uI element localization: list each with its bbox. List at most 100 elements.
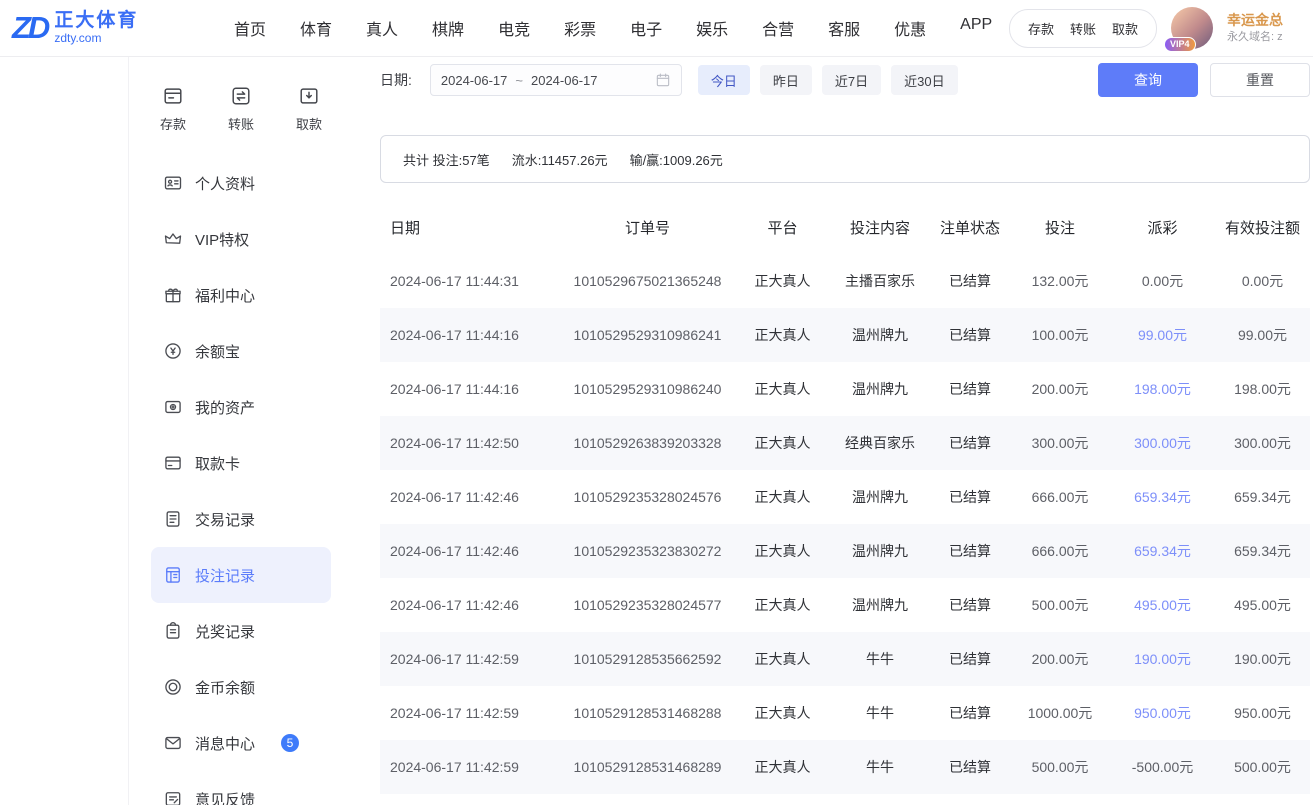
quick-action-withdraw[interactable]: 取款 [287,85,331,133]
reset-button[interactable]: 重置 [1210,63,1310,97]
cell-valid-bet: 659.34元 [1215,541,1310,561]
sidebar-quick-actions: 存款 转账 取款 [151,85,331,133]
sidebar-item-assets[interactable]: 我的资产 [151,379,331,435]
sidebar-item-label: 金币余额 [195,677,255,698]
quick-action-label: 存款 [160,114,186,133]
quick-range-group: 今日昨日近7日近30日 [698,65,958,95]
cell-status: 已结算 [930,757,1010,777]
page-body: 存款 转账 取款 个人资料VIP特权福利中心余额宝我的资产取款卡交易记录投注记录兑奖… [0,57,1313,805]
range-button-last-7-days[interactable]: 近7日 [822,65,881,95]
quick-action-deposit[interactable]: 存款 [151,85,195,133]
sidebar-item-withdraw-card[interactable]: 取款卡 [151,435,331,491]
cell-valid-bet: 659.34元 [1215,487,1310,507]
sidebar-item-vip[interactable]: VIP特权 [151,211,331,267]
sidebar-item-transactions[interactable]: 交易记录 [151,491,331,547]
sidebar-item-label: 福利中心 [195,285,255,306]
cell-order-no: 1010529235323830272 [560,543,735,559]
query-button[interactable]: 查询 [1098,63,1198,97]
sidebar-item-profile[interactable]: 个人资料 [151,155,331,211]
cell-bet-amount: 666.00元 [1010,541,1110,561]
sidebar-item-bet-records[interactable]: 投注记录 [151,547,331,603]
bet-records-table: 日期订单号平台投注内容注单状态投注派彩有效投注额 2024-06-17 11:4… [380,200,1310,794]
cell-valid-bet: 500.00元 [1215,757,1310,777]
table-row: 2024-06-17 11:44:161010529529310986241正大… [380,308,1310,362]
card-icon [163,453,183,473]
cell-payout: 659.34元 [1110,487,1215,507]
table-row: 2024-06-17 11:42:461010529235328024577正大… [380,578,1310,632]
cell-platform: 正大真人 [735,379,830,399]
brand[interactable]: ZD 正大体育 zdty.com [12,10,180,46]
cell-bet-content: 温州牌九 [830,487,930,507]
cell-order-no: 1010529529310986240 [560,381,735,397]
cell-date: 2024-06-17 11:44:16 [380,381,560,397]
coins-icon [163,677,183,697]
cell-order-no: 1010529128531468289 [560,759,735,775]
cell-payout: 198.00元 [1110,379,1215,399]
welfare-icon [163,285,183,305]
cell-status: 已结算 [930,595,1010,615]
range-button-last-30-days[interactable]: 近30日 [891,65,957,95]
cell-order-no: 1010529128535662592 [560,651,735,667]
table-row: 2024-06-17 11:42:461010529235328024576正大… [380,470,1310,524]
cell-bet-content: 牛牛 [830,757,930,777]
col-header-bet-content: 投注内容 [830,217,930,238]
nav-item-partnership[interactable]: 合营 [762,16,794,40]
nav-item-entertainment[interactable]: 娱乐 [696,16,728,40]
cell-payout: 950.00元 [1110,703,1215,723]
cell-order-no: 1010529235328024577 [560,597,735,613]
summary-part: 流水:11457.26元 [512,150,608,169]
sidebar-item-redeem-records[interactable]: 兑奖记录 [151,603,331,659]
cell-bet-amount: 500.00元 [1010,595,1110,615]
main-content: 日期: 2024-06-17 ~ 2024-06-17 今日昨日近7日近30日 … [378,57,1313,805]
col-header-platform: 平台 [735,217,830,238]
sidebar-item-coin-balance[interactable]: 金币余额 [151,659,331,715]
cell-bet-amount: 200.00元 [1010,649,1110,669]
col-header-order-no: 订单号 [560,217,735,238]
cell-bet-content: 经典百家乐 [830,433,930,453]
username: 幸运金总 [1227,11,1305,31]
cell-valid-bet: 950.00元 [1215,703,1310,723]
nav-item-support[interactable]: 客服 [828,16,860,40]
avatar[interactable]: VIP4 [1171,7,1213,49]
sidebar-item-label: 投注记录 [195,565,255,586]
wallet-link-deposit[interactable]: 存款 [1028,19,1054,38]
cell-status: 已结算 [930,271,1010,291]
sidebar-item-yuebao[interactable]: 余额宝 [151,323,331,379]
col-header-date: 日期 [380,217,560,238]
cell-status: 已结算 [930,541,1010,561]
sidebar-item-label: 余额宝 [195,341,240,362]
cell-date: 2024-06-17 11:42:59 [380,705,560,721]
brand-name: 正大体育 [54,10,138,32]
wallet-link-transfer[interactable]: 转账 [1070,19,1096,38]
nav-item-promotions[interactable]: 优惠 [894,16,926,40]
permanent-domain-note: 永久域名: z [1227,30,1305,45]
nav-item-lottery[interactable]: 彩票 [564,16,596,40]
nav-item-slots[interactable]: 电子 [630,16,662,40]
nav-item-live-casino[interactable]: 真人 [366,16,398,40]
date-range-input[interactable]: 2024-06-17 ~ 2024-06-17 [430,64,682,96]
sidebar-item-welfare[interactable]: 福利中心 [151,267,331,323]
cell-bet-content: 主播百家乐 [830,271,930,291]
sidebar-item-message-center[interactable]: 消息中心5 [151,715,331,771]
cell-platform: 正大真人 [735,649,830,669]
nav-item-board-games[interactable]: 棋牌 [432,16,464,40]
nav-item-app[interactable]: APP [960,16,992,40]
sidebar-item-label: 兑奖记录 [195,621,255,642]
quick-action-label: 转账 [228,114,254,133]
quick-action-transfer[interactable]: 转账 [219,85,263,133]
wallet-link-withdraw[interactable]: 取款 [1112,19,1138,38]
col-header-payout: 派彩 [1110,217,1215,238]
nav-item-esports[interactable]: 电竞 [498,16,530,40]
range-button-yesterday[interactable]: 昨日 [760,65,812,95]
nav-item-home[interactable]: 首页 [234,16,266,40]
cell-order-no: 1010529235328024576 [560,489,735,505]
range-button-today[interactable]: 今日 [698,65,750,95]
nav-item-sports[interactable]: 体育 [300,16,332,40]
top-navbar: ZD 正大体育 zdty.com 首页 体育 真人 棋牌 电竞 彩票 电子 娱乐 合营 客服 优惠 A… [0,0,1313,57]
cell-bet-content: 牛牛 [830,649,930,669]
sidebar-item-feedback[interactable]: 意见反馈 [151,771,331,805]
table-row: 2024-06-17 11:42:501010529263839203328正大… [380,416,1310,470]
table-header: 日期订单号平台投注内容注单状态投注派彩有效投注额 [380,200,1310,254]
feedback-icon [163,789,183,805]
cell-platform: 正大真人 [735,703,830,723]
